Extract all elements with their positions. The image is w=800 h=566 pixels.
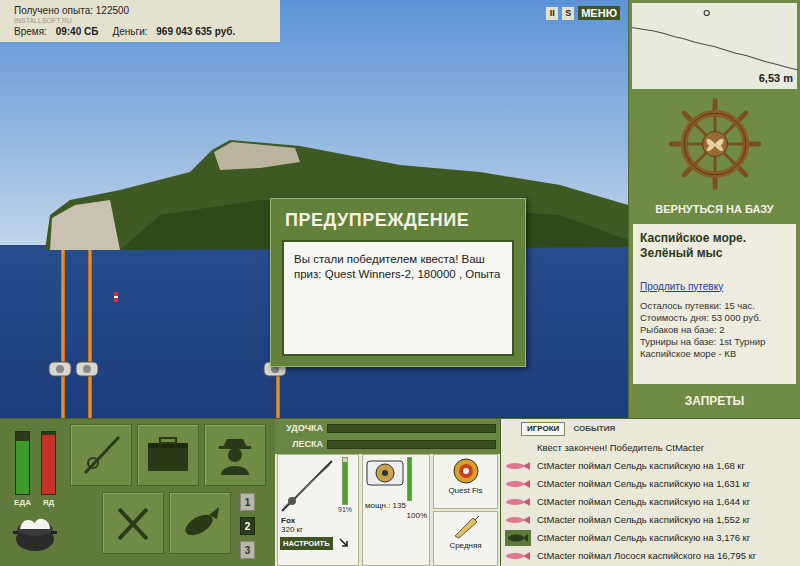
location-line: Рыбаков на базе: 2 (640, 324, 789, 336)
fisherman-button[interactable] (204, 424, 266, 486)
depth-chart: 6,53 m (632, 3, 797, 89)
need-label: ЯД (43, 497, 54, 509)
log-text: CtMacter поймал Сельдь каспийскую на 3,1… (537, 531, 750, 545)
watermark-text: INSTALLSOFT.RU (14, 17, 266, 25)
return-to-base-button[interactable]: ВЕРНУТЬСЯ НА БАЗУ (629, 195, 800, 224)
log-text: Квест закончен! Победитель CtMacter (537, 441, 704, 455)
rod-durability-text: 91% (338, 505, 352, 516)
experience-text: Получено опыта: 122500 (14, 5, 266, 17)
fisherman-icon (213, 433, 257, 477)
location-title: Каспийское море. Зелёный мыс (640, 231, 789, 261)
log-tab[interactable]: СОБЫТИЯ (571, 423, 617, 435)
trophy-fish-icon (505, 530, 531, 546)
location-line: Стоимость дня: 53 000 руб. (640, 312, 789, 324)
log-panel: ИГРОКИ СОБЫТИЯ Квест закончен! Победитель … (500, 418, 800, 566)
log-row: CtMacter поймал Сельдь каспийскую на 1,6… (501, 457, 800, 475)
log-tab[interactable]: ИГРОКИ (521, 422, 565, 436)
right-panel: 6,53 mВЕРНУТЬСЯ НА БАЗУКаспийское море. … (628, 0, 800, 418)
rod-durability-bar (342, 457, 348, 505)
fish-icon (505, 461, 531, 471)
arrow-icon[interactable] (339, 538, 349, 548)
location-line: Турниры на базе: 1st Турнир Каспийское м… (640, 336, 789, 360)
log-row: CtMacter поймал Сельдь каспийскую на 1,5… (501, 511, 800, 529)
log-text: CtMacter поймал Сельдь каспийскую на 1,6… (537, 459, 745, 473)
need-label: ЕДА (14, 497, 31, 509)
reel-level-bar (407, 457, 412, 501)
rod-capacity: 320 кг (278, 525, 358, 535)
fish-icon (505, 479, 531, 489)
tackle-panel: УДОЧКА ЛЕСКА 91%Fox320 кг НАСТРОИТЬ мощн.: 1… (275, 418, 500, 566)
lure-name: Средняя (449, 540, 481, 552)
log-row: CtMacter поймал Сельдь каспийскую на 1,6… (501, 493, 800, 511)
top-button[interactable]: II (546, 7, 558, 20)
rod-slot-button[interactable]: 3 (240, 541, 255, 559)
log-text: CtMacter поймал Сельдь каспийскую на 1,5… (537, 513, 750, 527)
log-text: CtMacter поймал Сельдь каспийскую на 1,6… (537, 495, 750, 509)
fish-cage-button[interactable] (169, 492, 231, 554)
helm-wheel-icon[interactable] (667, 96, 763, 192)
stats-box: Получено опыта: 122500INSTALLSOFT.RUВрем… (0, 0, 280, 42)
rod-name: Fox (278, 516, 358, 525)
fish-icon (505, 551, 531, 561)
log-row: CtMacter поймал Сельдь каспийскую на 1,6… (501, 475, 800, 493)
warning-dialog: ПРЕДУПРЕЖДЕНИЕВы стали победителем квест… (270, 198, 526, 367)
log-row: Квест закончен! Победитель CtMacter (501, 439, 800, 457)
fish-icon (505, 497, 531, 507)
tension-label: УДОЧКА (279, 422, 323, 436)
reel-icon (365, 457, 405, 489)
rod-slot-button[interactable]: 2 (240, 517, 255, 535)
player-panel: ЕДА ЯД 1 2 3 (0, 418, 275, 566)
log-row: CtMacter поймал Сельдь каспийскую на 3,1… (501, 529, 800, 547)
top-button[interactable]: S (562, 7, 574, 20)
need-bar (41, 431, 56, 495)
rod-icon (79, 433, 123, 477)
top-buttons: II S МЕНЮ (546, 6, 620, 20)
reel-power: мощн.: 135 (365, 501, 406, 511)
lure-icon (451, 514, 481, 540)
pot-icon[interactable] (12, 513, 58, 553)
location-line: Осталось путевки: 15 час. (640, 300, 789, 312)
lure-slot[interactable]: Средняя (433, 511, 498, 566)
tackle-box-icon (145, 435, 191, 475)
tension-bar (327, 440, 496, 449)
log-text: CtMacter поймал Сельдь каспийскую на 1,6… (537, 477, 750, 491)
fish-icon (505, 515, 531, 525)
rod-picture-icon (278, 457, 336, 515)
line-spool-icon (451, 457, 481, 485)
fish-icon (177, 503, 223, 543)
line-name: Quest Fis (448, 485, 482, 497)
setup-button[interactable]: НАСТРОИТЬ (280, 537, 333, 550)
log-text: CtMacter поймал Лосося каспийского на 16… (537, 549, 756, 563)
fork-knife-icon (111, 501, 155, 545)
eat-button[interactable] (102, 492, 164, 554)
log-row: CtMacter поймал Лосося каспийского на 16… (501, 547, 800, 565)
bans-button[interactable]: ЗАПРЕТЫ (629, 384, 800, 419)
dialog-message: Вы стали победителем квеста! Ваш приз: Q… (282, 240, 514, 356)
line-slot[interactable]: Quest Fis (433, 454, 498, 509)
time-text: Время: 09:40 СБ (14, 25, 98, 39)
fishing-scene[interactable]: Получено опыта: 122500INSTALLSOFT.RUВрем… (0, 0, 628, 418)
reel-slot[interactable]: мощн.: 135100% (362, 454, 430, 566)
need-bar (15, 431, 30, 495)
game-screen: Получено опыта: 122500INSTALLSOFT.RUВрем… (0, 0, 800, 566)
location-info: Каспийское море. Зелёный мыс Продлить пут… (633, 224, 796, 384)
dialog-title: ПРЕДУПРЕЖДЕНИЕ (271, 199, 525, 240)
top-button[interactable]: МЕНЮ (578, 6, 620, 20)
rod-slot-button[interactable]: 1 (240, 493, 255, 511)
reel-reading: 100% (365, 511, 427, 521)
rod-button[interactable] (70, 424, 132, 486)
money-text: Деньги: 969 043 635 руб. (112, 25, 235, 39)
tension-bar (327, 424, 496, 433)
rod-slot[interactable]: 91%Fox320 кг НАСТРОИТЬ (277, 454, 359, 566)
tackle-box-button[interactable] (137, 424, 199, 486)
tension-label: ЛЕСКА (279, 438, 323, 452)
extend-link[interactable]: Продлить путевку (640, 279, 789, 294)
depth-reading: 6,53 m (759, 70, 793, 87)
